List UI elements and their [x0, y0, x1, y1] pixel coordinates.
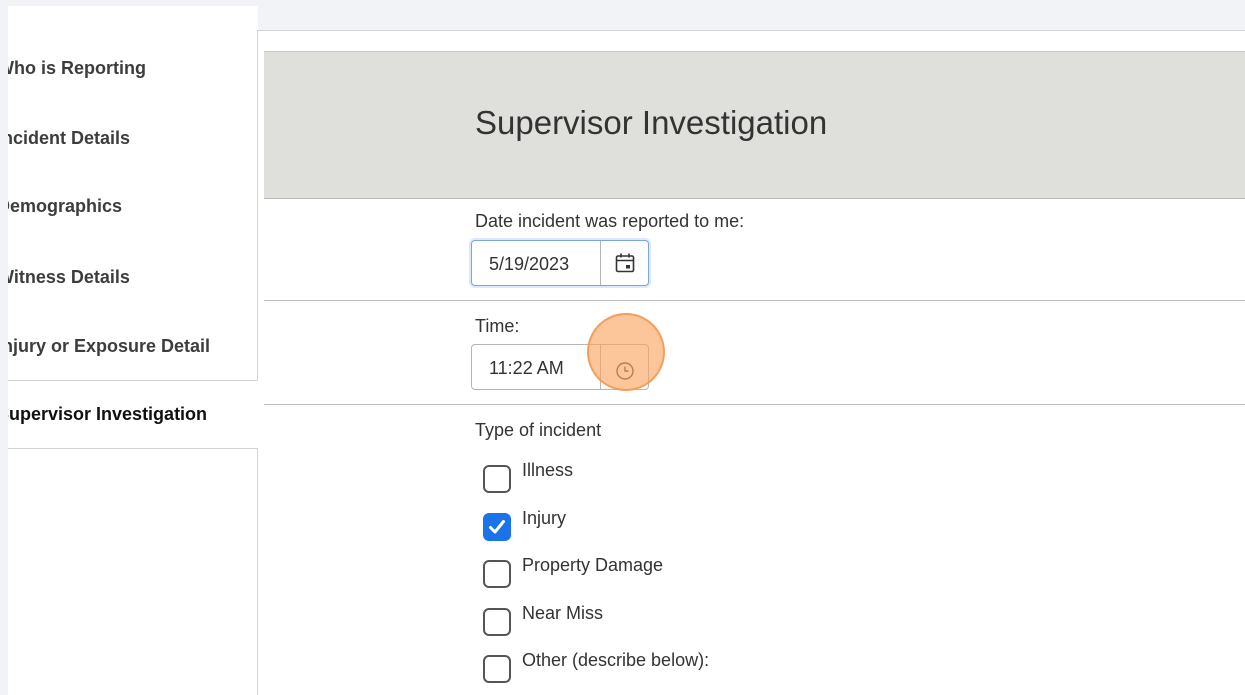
sidebar-item-label: Incident Details: [0, 127, 131, 148]
sidebar-item-demographics[interactable]: Demographics: [0, 173, 258, 239]
calendar-button[interactable]: [600, 241, 648, 285]
sidebar-item-label: Demographics: [0, 195, 123, 216]
sidebar-item-supervisor-investigation[interactable]: Supervisor Investigation: [0, 380, 258, 449]
checkbox-label: Injury: [522, 508, 567, 528]
date-reported-picker: 5/19/2023: [471, 240, 649, 286]
checkbox-label: Property Damage: [522, 555, 664, 575]
sidebar-item-incident-details[interactable]: Incident Details: [0, 105, 258, 171]
time-label: Time:: [475, 316, 520, 336]
illness-checkbox[interactable]: [483, 465, 511, 493]
checkbox-label: Other (describe below):: [522, 650, 710, 670]
clock-button[interactable]: [600, 345, 648, 389]
incident-type-option-other[interactable]: Other (describe below):: [483, 650, 710, 683]
sidebar-nav: Who is Reporting Incident Details Demogr…: [0, 0, 258, 695]
form-panel: Supervisor Investigation Date incident w…: [258, 30, 1245, 695]
sidebar-item-label: Who is Reporting: [0, 57, 146, 78]
calendar-icon: [615, 253, 634, 273]
sidebar-item-label: Witness Details: [0, 266, 130, 287]
incident-type-option-illness[interactable]: Illness: [483, 460, 574, 493]
incident-type-option-near-miss[interactable]: Near Miss: [483, 603, 604, 636]
sidebar-left-edge: [0, 0, 8, 695]
injury-checkbox[interactable]: [483, 513, 511, 541]
near-miss-checkbox[interactable]: [483, 608, 511, 636]
field-divider: [264, 300, 1245, 301]
other-checkbox[interactable]: [483, 655, 511, 683]
sidebar-item-label: Injury or Exposure Detail: [0, 335, 211, 356]
time-input[interactable]: 11:22 AM: [489, 358, 564, 379]
incident-type-option-injury[interactable]: Injury: [483, 508, 567, 541]
checkbox-label: Illness: [522, 460, 574, 480]
sidebar-item-label: Supervisor Investigation: [0, 404, 208, 424]
field-divider: [264, 404, 1245, 405]
section-header: Supervisor Investigation: [264, 51, 1245, 199]
checkmark-icon: [489, 520, 505, 534]
sidebar-top-gap: [0, 0, 258, 6]
page: Who is Reporting Incident Details Demogr…: [0, 0, 1245, 695]
sidebar-item-who-is-reporting[interactable]: Who is Reporting: [0, 35, 258, 101]
sidebar-item-witness-details[interactable]: Witness Details: [0, 244, 258, 310]
checkbox-label: Near Miss: [522, 603, 604, 623]
incident-type-option-property-damage[interactable]: Property Damage: [483, 555, 664, 588]
incident-type-label: Type of incident: [475, 420, 602, 440]
property-damage-checkbox[interactable]: [483, 560, 511, 588]
clock-icon: [615, 362, 634, 380]
date-reported-label: Date incident was reported to me:: [475, 211, 745, 231]
date-reported-input[interactable]: 5/19/2023: [489, 254, 569, 275]
page-title: Supervisor Investigation: [475, 104, 828, 141]
time-picker: 11:22 AM: [471, 344, 649, 390]
sidebar-item-injury-exposure-detail[interactable]: Injury or Exposure Detail: [0, 313, 258, 379]
